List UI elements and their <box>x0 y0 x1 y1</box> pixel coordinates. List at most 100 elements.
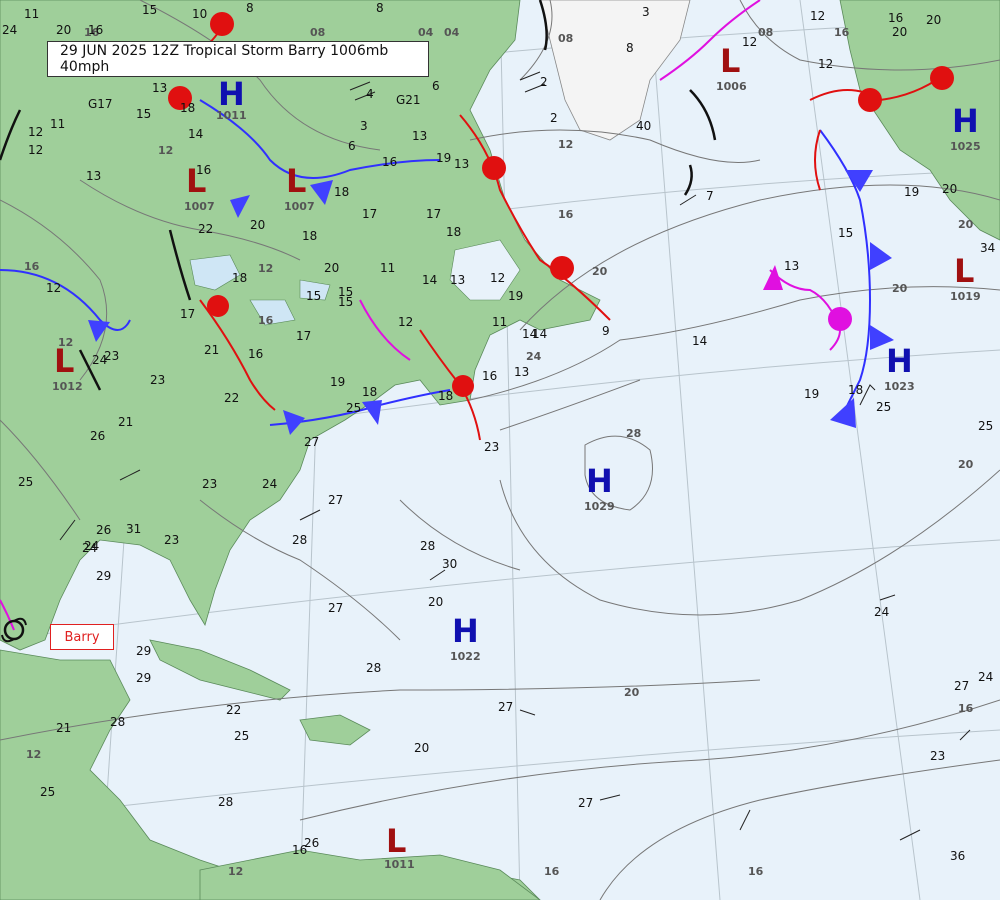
low-pressure-letter: L <box>286 162 306 200</box>
observation-value: 12 <box>490 271 505 285</box>
observation-value: G17 <box>88 97 113 111</box>
observation-value: 14 <box>692 334 707 348</box>
observation-value: 12 <box>742 35 757 49</box>
observation-value: 13 <box>454 157 469 171</box>
observation-value: 30 <box>442 557 457 571</box>
observation-value: 18 <box>232 271 247 285</box>
isobar-label: 12 <box>26 748 41 761</box>
observation-value: 23 <box>202 477 217 491</box>
observation-value: 11 <box>380 261 395 275</box>
observation-value: 2 <box>550 111 558 125</box>
observation-value: 17 <box>362 207 377 221</box>
isobar-label: 16 <box>558 208 574 221</box>
isobar-label: 20 <box>958 218 974 231</box>
observation-value: 16 <box>196 163 211 177</box>
observation-value: 20 <box>926 13 941 27</box>
isobar-label: 20 <box>958 458 974 471</box>
observation-value: 12 <box>398 315 413 329</box>
low-pressure-letter: L <box>54 342 74 380</box>
observation-value: 13 <box>514 365 529 379</box>
pressure-value: 1011 <box>384 858 415 871</box>
observation-value: 18 <box>302 229 317 243</box>
observation-value: 23 <box>484 440 499 454</box>
observation-value: 14 <box>188 127 203 141</box>
isobar-label: 20 <box>892 282 908 295</box>
observation-value: 16 <box>248 347 263 361</box>
occluded-front-semicircle <box>828 307 852 331</box>
observation-value: 29 <box>96 569 111 583</box>
observation-value: 10 <box>192 7 207 21</box>
observation-value: 25 <box>346 401 361 415</box>
pressure-value: 1011 <box>216 109 247 122</box>
isobar-label: 12 <box>258 262 273 275</box>
pressure-value: 1007 <box>284 200 315 213</box>
observation-value: 28 <box>420 539 435 553</box>
isobar-label: 12 <box>158 144 173 157</box>
observation-value: 15 <box>306 289 321 303</box>
observation-value: 12 <box>810 9 825 23</box>
isobar-label: 16 <box>834 26 850 39</box>
observation-value: 17 <box>296 329 311 343</box>
isobar-label: 16 <box>748 865 764 878</box>
observation-value: 27 <box>954 679 969 693</box>
observation-value: 27 <box>578 796 593 810</box>
observation-value: 29 <box>136 644 151 658</box>
observation-value: 28 <box>110 715 125 729</box>
low-pressure-letter: L <box>386 822 406 860</box>
observation-value: 27 <box>498 700 513 714</box>
observation-value: 16 <box>482 369 497 383</box>
warm-front-semicircle <box>858 88 882 112</box>
pressure-value: 1006 <box>716 80 747 93</box>
observation-value: 3 <box>642 5 650 19</box>
observation-value: 9 <box>602 324 610 338</box>
observation-value: 27 <box>304 435 319 449</box>
pressure-value: 1023 <box>884 380 915 393</box>
high-pressure-letter: H <box>952 102 979 140</box>
pressure-value: 1022 <box>450 650 481 663</box>
observation-value: 4 <box>366 87 374 101</box>
observation-value: 25 <box>978 419 993 433</box>
isobar-label: 12 <box>228 865 243 878</box>
observation-value: 22 <box>198 222 213 236</box>
isobar-label: 04 <box>418 26 434 39</box>
warm-front-semicircle <box>207 295 229 317</box>
observation-value: 34 <box>980 241 995 255</box>
observation-value: 16 <box>888 11 903 25</box>
observation-value: 23 <box>930 749 945 763</box>
isobar-label: 24 <box>526 350 542 363</box>
isobar-label: 28 <box>626 427 641 440</box>
observation-value: 11 <box>492 315 507 329</box>
observation-value: 25 <box>876 400 891 414</box>
isobar-label: 20 <box>624 686 640 699</box>
observation-value: 19 <box>904 185 919 199</box>
observation-value: 12 <box>818 57 833 71</box>
observation-value: 29 <box>136 671 151 685</box>
isobar-label: 16 <box>544 865 560 878</box>
observation-value: 11 <box>24 7 39 21</box>
observation-value: 21 <box>56 721 71 735</box>
observation-value: 18 <box>334 185 349 199</box>
observation-value: 12 <box>28 143 43 157</box>
observation-value: 18 <box>438 389 453 403</box>
observation-value: 20 <box>942 182 957 196</box>
observation-value: 15 <box>838 226 853 240</box>
observation-value: 22 <box>226 703 241 717</box>
observation-value: 15 <box>142 3 157 17</box>
pressure-value: 1025 <box>950 140 981 153</box>
warm-front-semicircle <box>210 12 234 36</box>
observation-value: 12 <box>28 125 43 139</box>
observation-value: 8 <box>626 41 634 55</box>
observation-value: 27 <box>328 493 343 507</box>
observation-value: 28 <box>292 533 307 547</box>
low-pressure-letter: L <box>954 252 974 290</box>
observation-value: 18 <box>362 385 377 399</box>
observation-value: 24 <box>262 477 277 491</box>
observation-value: G21 <box>396 93 421 107</box>
observation-value: 25 <box>18 475 33 489</box>
observation-value: 25 <box>40 785 55 799</box>
isobar-label: 16 <box>258 314 274 327</box>
high-pressure-letter: H <box>218 75 245 113</box>
observation-value: 26 <box>90 429 105 443</box>
observation-value: 28 <box>218 795 233 809</box>
observation-value: 23 <box>164 533 179 547</box>
